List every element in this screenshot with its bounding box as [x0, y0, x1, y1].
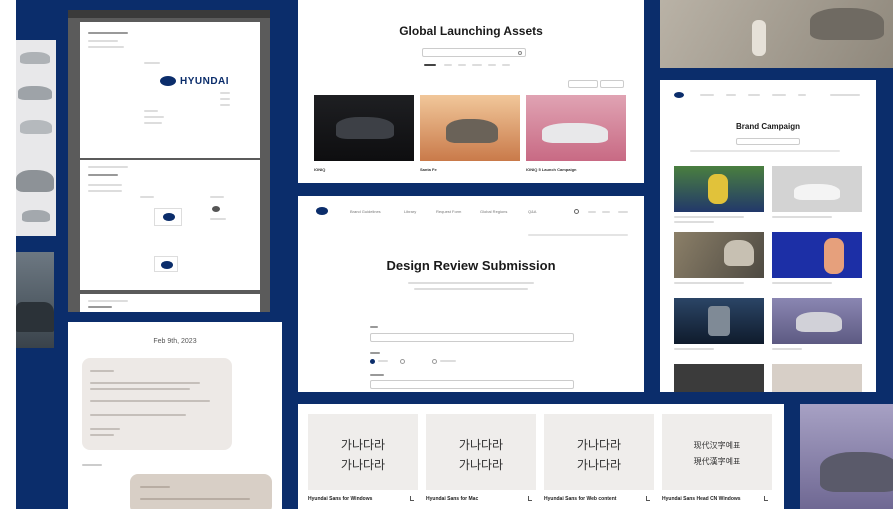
filter-tab[interactable]: [444, 64, 452, 66]
filter-tab[interactable]: [424, 64, 436, 66]
chat-date: Feb 9th, 2023: [153, 338, 197, 345]
search-icon[interactable]: [574, 209, 579, 214]
campaign-thumbnail[interactable]: [674, 298, 764, 344]
campaign-thumbnail[interactable]: [772, 298, 862, 344]
hyundai-wordmark: HYUNDAI: [180, 75, 230, 87]
campaign-thumbnail[interactable]: [772, 232, 862, 278]
brand-document-viewer[interactable]: HYUNDAI: [68, 10, 270, 312]
campaign-thumbnail[interactable]: [674, 166, 764, 212]
asset-card-image[interactable]: [526, 95, 626, 161]
search-icon: [518, 51, 522, 55]
asset-card-title[interactable]: IONIQ 5 Launch Campaign: [526, 167, 576, 172]
option-radio[interactable]: [370, 359, 375, 364]
design-review-page[interactable]: Brand Guidelines Library Request Form Gl…: [298, 196, 644, 392]
font-card[interactable]: 가나다라 가나다라: [426, 414, 536, 490]
nav-link[interactable]: Request Form: [436, 209, 461, 214]
document-page-1: HYUNDAI: [80, 22, 260, 158]
description-input[interactable]: [370, 380, 574, 389]
option-radio[interactable]: [400, 359, 405, 364]
font-downloads-page[interactable]: 가나다라 가나다라 가나다라 가나다라 가나다라 가나다라 现代汉字예표 現代漢…: [298, 404, 784, 509]
font-sample: 现代汉字예표: [693, 441, 741, 450]
hyundai-logo-icon: [160, 76, 176, 86]
nav-link[interactable]: Brand Guidelines: [350, 209, 381, 214]
font-sample: 가나다라: [340, 438, 386, 452]
filter-tab[interactable]: [488, 64, 496, 66]
filter-tab[interactable]: [458, 64, 466, 66]
font-card[interactable]: 가나다라 가나다라: [544, 414, 654, 490]
font-sample: 現代漢字예표: [693, 457, 741, 466]
asset-card-title[interactable]: IONIQ: [314, 167, 325, 172]
download-icon[interactable]: [764, 496, 768, 501]
download-icon[interactable]: [646, 496, 650, 501]
font-card[interactable]: 现代汉字예표 現代漢字예표: [662, 414, 772, 490]
campaign-thumbnail[interactable]: [772, 364, 862, 392]
view-toggle[interactable]: [600, 80, 624, 88]
breadcrumb: [528, 234, 628, 236]
sort-dropdown[interactable]: [568, 80, 598, 88]
font-sample: 가나다라: [576, 438, 622, 452]
font-sample: 가나다라: [576, 458, 622, 472]
font-card-label[interactable]: Hyundai Sans for Web content: [544, 496, 616, 502]
hyundai-logo-icon: [163, 213, 175, 221]
brand-campaign-page[interactable]: Brand Campaign: [660, 80, 876, 392]
page-title: Brand Campaign: [735, 122, 800, 131]
title-input[interactable]: [370, 333, 574, 342]
nav-link[interactable]: Library: [404, 209, 416, 214]
font-sample: 가나다라: [458, 458, 504, 472]
page-title: Global Launching Assets: [399, 24, 543, 38]
chat-message-incoming: [82, 358, 232, 450]
asset-card-title[interactable]: Santa Fe: [420, 167, 437, 172]
font-card-label[interactable]: Hyundai Sans for Mac: [426, 496, 478, 502]
document-page-2: [80, 160, 260, 290]
hyundai-logo-icon: [161, 261, 173, 269]
hyundai-logo-icon: [316, 207, 328, 215]
search-input[interactable]: [422, 48, 526, 57]
font-sample: 가나다라: [458, 438, 504, 452]
font-card[interactable]: 가나다라 가나다라: [308, 414, 418, 490]
chat-message-outgoing: [130, 474, 272, 509]
download-icon[interactable]: [528, 496, 532, 501]
hyundai-logo-icon: [674, 92, 684, 98]
asset-card-image[interactable]: [314, 95, 414, 161]
campaign-thumbnail[interactable]: [674, 364, 764, 392]
car-renders-thumbnail: [16, 40, 56, 236]
global-launching-assets-page[interactable]: Global Launching Assets IONIQ Santa Fe I…: [298, 0, 644, 183]
option-radio[interactable]: [432, 359, 437, 364]
chat-window[interactable]: Feb 9th, 2023: [68, 322, 282, 509]
filter-tab[interactable]: [472, 64, 482, 66]
nav-link[interactable]: Global Regions: [480, 209, 507, 214]
car-dusk-photo: [800, 404, 893, 509]
document-page-3: [80, 294, 260, 312]
campaign-thumbnail[interactable]: [772, 166, 862, 212]
filter-tab[interactable]: [502, 64, 510, 66]
font-sample: 가나다라: [340, 458, 386, 472]
font-card-label[interactable]: Hyundai Sans Head CN Windows: [662, 496, 741, 502]
hyundai-logo-icon: [212, 206, 220, 212]
nav-link[interactable]: Q&A: [528, 209, 536, 214]
page-title: Design Review Submission: [386, 258, 556, 273]
search-input[interactable]: [736, 138, 800, 145]
asset-card-image[interactable]: [420, 95, 520, 161]
font-card-label[interactable]: Hyundai Sans for Windows: [308, 496, 372, 502]
street-photo-thumbnail: [16, 252, 54, 348]
viewer-toolbar: [68, 10, 270, 18]
download-icon[interactable]: [410, 496, 414, 501]
campaign-thumbnail[interactable]: [674, 232, 764, 278]
car-lifestyle-photo: [660, 0, 893, 68]
